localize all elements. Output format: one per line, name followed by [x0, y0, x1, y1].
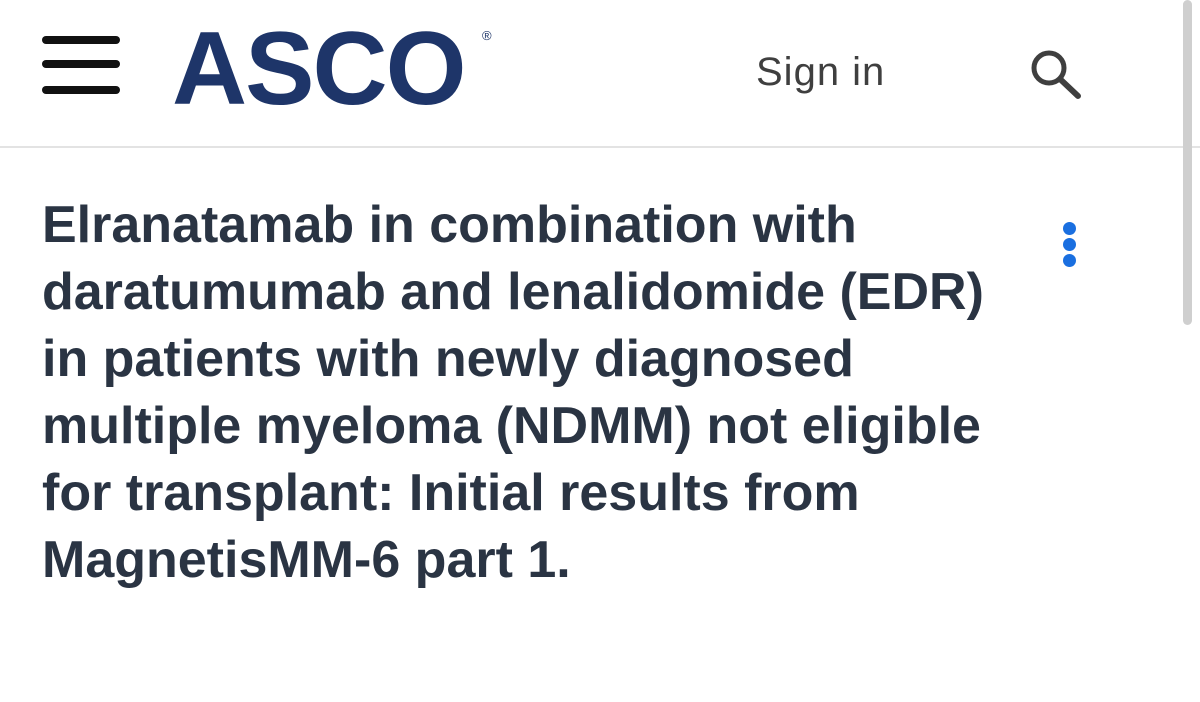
article-title: Elranatamab in combination with daratumu…: [42, 196, 984, 589]
logo-text: ASCO: [172, 11, 466, 127]
menu-button[interactable]: [40, 36, 122, 98]
more-options-button[interactable]: [1052, 214, 1088, 274]
vertical-dots-icon: [1063, 238, 1076, 251]
site-header: ASCO ® Sign in: [0, 0, 1200, 146]
menu-bar-top: [42, 36, 120, 44]
vertical-dots-icon: [1063, 254, 1076, 267]
registered-mark: ®: [482, 28, 492, 43]
menu-bar-middle: [42, 60, 120, 68]
header-divider: [0, 146, 1200, 148]
article-page: ASCO ® Sign in Elranatamab in combinatio…: [0, 0, 1200, 702]
asco-logo[interactable]: ASCO ®: [172, 14, 502, 124]
page-scrollbar[interactable]: [1183, 0, 1192, 325]
vertical-dots-icon: [1063, 222, 1076, 235]
search-icon: [1031, 50, 1081, 99]
sign-in-link[interactable]: Sign in: [756, 50, 885, 94]
menu-bar-bottom: [42, 86, 120, 94]
search-button[interactable]: [1026, 46, 1086, 102]
